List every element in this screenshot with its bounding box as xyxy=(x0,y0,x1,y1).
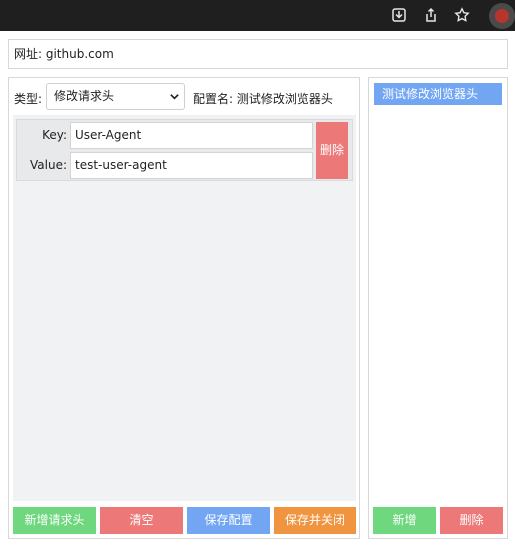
value-input[interactable]: test-user-agent xyxy=(70,152,313,179)
key-input[interactable]: User-Agent xyxy=(70,122,313,149)
save-and-close-button[interactable]: 保存并关闭 xyxy=(274,507,356,534)
type-select[interactable]: 修改请求头 xyxy=(46,83,185,110)
delete-config-button[interactable]: 删除 xyxy=(440,507,503,534)
add-config-button[interactable]: 新增 xyxy=(373,507,436,534)
extension-icon[interactable] xyxy=(489,3,515,29)
delete-header-button[interactable]: 删除 xyxy=(316,122,348,179)
editor-panel: 类型: 修改请求头 配置名: 测试修改浏览器头 Key: User-Agent … xyxy=(8,77,360,539)
url-display: 网址: github.com xyxy=(8,39,508,69)
browser-toolbar xyxy=(0,0,515,31)
share-icon[interactable] xyxy=(421,5,441,25)
clear-button[interactable]: 清空 xyxy=(100,507,183,534)
value-label: Value: xyxy=(30,158,67,172)
extension-dot xyxy=(495,9,509,23)
save-config-button[interactable]: 保存配置 xyxy=(187,507,270,534)
type-select-value: 修改请求头 xyxy=(54,89,115,103)
config-list-item[interactable]: 测试修改浏览器头 xyxy=(374,83,502,105)
config-list-panel: 测试修改浏览器头 新增 删除 xyxy=(368,77,508,539)
type-label: 类型: xyxy=(14,92,43,106)
header-row: Key: User-Agent Value: test-user-agent 删… xyxy=(16,119,353,181)
key-label: Key: xyxy=(42,128,67,142)
chevron-down-icon xyxy=(170,94,179,100)
config-name: 配置名: 测试修改浏览器头 xyxy=(193,92,333,106)
star-icon[interactable] xyxy=(452,5,472,25)
download-icon[interactable] xyxy=(389,5,409,25)
headers-list: Key: User-Agent Value: test-user-agent 删… xyxy=(13,115,356,501)
add-header-button[interactable]: 新增请求头 xyxy=(13,507,96,534)
